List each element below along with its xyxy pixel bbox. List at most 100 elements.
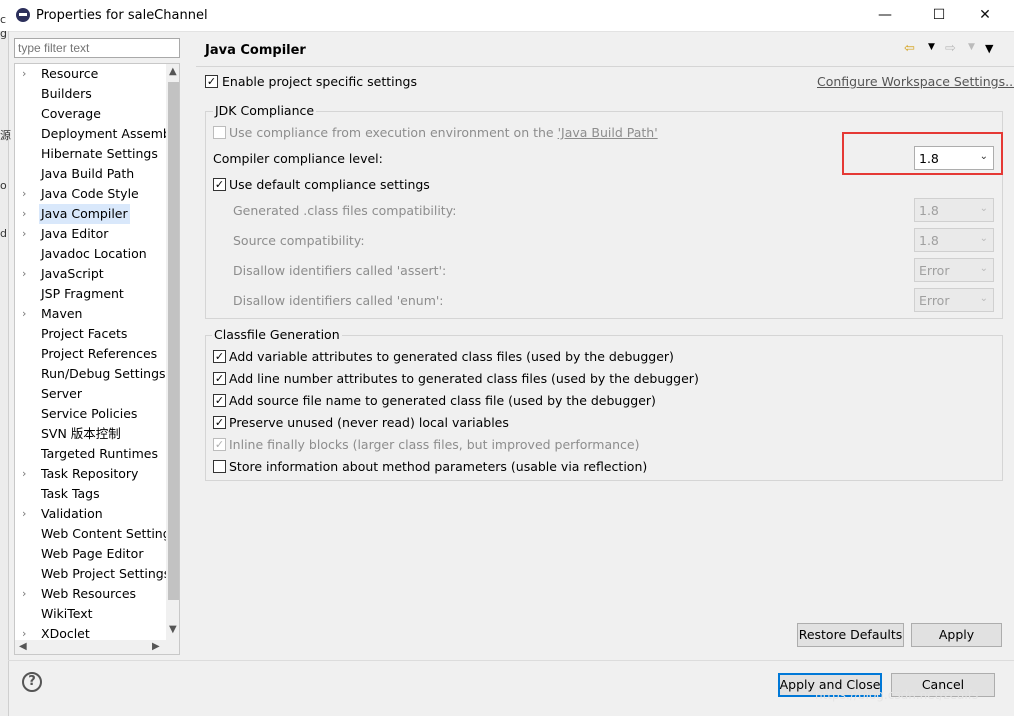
back-arrow-icon[interactable]: ⇦ <box>904 41 915 56</box>
scroll-left-icon[interactable]: ◀ <box>19 641 27 652</box>
tree-item[interactable]: › Maven <box>15 304 166 324</box>
tree-item-label: Task Tags <box>41 486 100 501</box>
forward-arrow-icon[interactable]: ⇨ <box>945 41 956 56</box>
tree-item-label: WikiText <box>41 606 93 621</box>
help-icon[interactable]: ? <box>22 672 42 692</box>
restore-defaults-button[interactable]: Restore Defaults <box>797 623 904 647</box>
tree-item[interactable]: › Validation <box>15 504 166 524</box>
tree-vertical-scrollbar[interactable]: ▲ ▼ <box>166 64 179 640</box>
scroll-right-icon[interactable]: ▶ <box>152 641 160 652</box>
tree-item-label: Run/Debug Settings <box>41 366 166 381</box>
disallow-enum-select[interactable]: Error ⌄ <box>914 288 994 312</box>
classfile-option-checkbox[interactable] <box>213 460 226 473</box>
disallow-assert-label: Disallow identifiers called 'assert': <box>233 263 447 278</box>
tree-item[interactable]: Project References <box>15 344 166 364</box>
classfile-option-checkbox[interactable]: ✓ <box>213 416 226 429</box>
tree-item[interactable]: › Web Resources <box>15 584 166 604</box>
tree-item-label: Java Build Path <box>41 166 135 181</box>
chevron-right-icon[interactable]: › <box>22 304 26 324</box>
source-compat-select[interactable]: 1.8 ⌄ <box>914 228 994 252</box>
tree-item[interactable]: › Resource <box>15 64 166 84</box>
tree-item[interactable]: › Java Compiler <box>15 204 166 224</box>
generated-compat-select[interactable]: 1.8 ⌄ <box>914 198 994 222</box>
tree-item[interactable]: JSP Fragment <box>15 284 166 304</box>
disallow-enum-value: Error <box>919 293 950 308</box>
disallow-assert-select[interactable]: Error ⌄ <box>914 258 994 282</box>
disallow-assert-value: Error <box>919 263 950 278</box>
tree-item[interactable]: › JavaScript <box>15 264 166 284</box>
tree-item-label: Project Facets <box>41 326 128 341</box>
chevron-right-icon[interactable]: › <box>22 504 26 524</box>
classfile-option-checkbox[interactable]: ✓ <box>213 372 226 385</box>
tree-item-label: JSP Fragment <box>41 286 124 301</box>
use-env-compliance-checkbox[interactable] <box>213 126 226 139</box>
back-dropdown-icon[interactable]: ▼ <box>928 42 935 52</box>
use-default-compliance-label: Use default compliance settings <box>229 177 430 192</box>
source-compat-label: Source compatibility: <box>233 233 365 248</box>
classfile-option-label: Add source file name to generated class … <box>229 393 656 408</box>
chevron-right-icon[interactable]: › <box>22 224 26 244</box>
tree-item[interactable]: Project Facets <box>15 324 166 344</box>
title-separator <box>196 66 1014 67</box>
tree-item-label: Java Code Style <box>41 186 139 201</box>
classfile-option-checkbox[interactable]: ✓ <box>213 350 226 363</box>
scroll-thumb[interactable] <box>168 82 179 600</box>
tree-item[interactable]: Java Build Path <box>15 164 166 184</box>
chevron-down-icon: ⌄ <box>979 151 988 162</box>
view-menu-icon[interactable]: ▼ <box>985 42 993 55</box>
tree-item[interactable]: Deployment Assembly <box>15 124 179 144</box>
tree-item-label: Hibernate Settings <box>41 146 158 161</box>
maximize-button[interactable]: ☐ <box>916 0 962 31</box>
peek-text: g <box>0 27 7 40</box>
tree-item[interactable]: Hibernate Settings <box>15 144 166 164</box>
classfile-option-label: Inline finally blocks (larger class file… <box>229 437 640 452</box>
tree-item[interactable]: › Task Repository <box>15 464 166 484</box>
scroll-up-icon[interactable]: ▲ <box>169 66 177 77</box>
tree-item[interactable]: WikiText <box>15 604 166 624</box>
tree-item[interactable]: Javadoc Location <box>15 244 166 264</box>
tree-item[interactable]: SVN 版本控制 <box>15 424 166 444</box>
tree-item[interactable]: Service Policies <box>15 404 166 424</box>
peek-text: 源 <box>0 129 11 142</box>
tree-item[interactable]: Targeted Runtimes <box>15 444 166 464</box>
peek-text: d <box>0 227 7 240</box>
tree-item[interactable]: Run/Debug Settings <box>15 364 166 384</box>
compliance-level-select[interactable]: 1.8 ⌄ <box>914 146 994 170</box>
java-build-path-link[interactable]: 'Java Build Path' <box>558 125 658 140</box>
chevron-right-icon[interactable]: › <box>22 204 26 224</box>
tree-item[interactable]: Web Content Settings <box>15 524 177 544</box>
classfile-option-checkbox[interactable]: ✓ <box>213 394 226 407</box>
chevron-right-icon[interactable]: › <box>22 464 26 484</box>
configure-workspace-link[interactable]: Configure Workspace Settings... <box>817 74 1014 89</box>
minimize-button[interactable]: — <box>862 0 908 31</box>
chevron-right-icon[interactable]: › <box>22 64 26 84</box>
tree-item[interactable]: Builders <box>15 84 166 104</box>
tree-item[interactable]: Web Project Settings <box>15 564 170 584</box>
tree-item-label: Resource <box>41 66 99 81</box>
enable-project-specific-checkbox[interactable]: ✓ <box>205 75 218 88</box>
classfile-option-label: Store information about method parameter… <box>229 459 648 474</box>
classfile-option-checkbox[interactable]: ✓ <box>213 438 226 451</box>
disallow-enum-label: Disallow identifiers called 'enum': <box>233 293 444 308</box>
scroll-down-icon[interactable]: ▼ <box>169 624 177 635</box>
tree-item[interactable]: › Java Code Style <box>15 184 166 204</box>
peek-text: o <box>0 179 7 192</box>
tree-item[interactable]: › Java Editor <box>15 224 166 244</box>
tree-item[interactable]: Task Tags <box>15 484 166 504</box>
close-button[interactable]: ✕ <box>962 0 1008 31</box>
tree-item-label: Web Project Settings <box>41 566 171 581</box>
tree-horizontal-scrollbar[interactable]: ◀ ▶ <box>15 640 179 654</box>
use-default-compliance-checkbox[interactable]: ✓ <box>213 178 226 191</box>
tree-item[interactable]: Coverage <box>15 104 166 124</box>
chevron-right-icon[interactable]: › <box>22 264 26 284</box>
apply-button[interactable]: Apply <box>911 623 1002 647</box>
eclipse-app-icon <box>16 8 30 22</box>
chevron-right-icon[interactable]: › <box>22 584 26 604</box>
chevron-right-icon[interactable]: › <box>22 184 26 204</box>
tree-item[interactable]: Web Page Editor <box>15 544 166 564</box>
tree-item-label: SVN 版本控制 <box>41 426 121 441</box>
filter-input[interactable] <box>14 38 180 58</box>
title-bar: Properties for saleChannel — ☐ ✕ <box>0 0 1014 32</box>
tree-item[interactable]: Server <box>15 384 166 404</box>
forward-dropdown-icon[interactable]: ▼ <box>968 42 975 52</box>
